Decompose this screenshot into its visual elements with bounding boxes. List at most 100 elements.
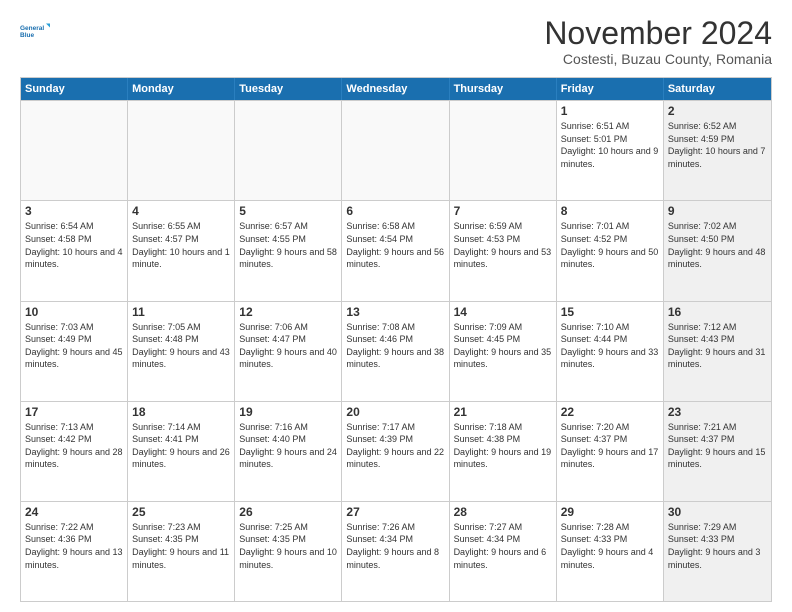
day-info: Sunrise: 6:58 AM Sunset: 4:54 PM Dayligh… xyxy=(346,220,444,270)
day-info: Sunrise: 6:54 AM Sunset: 4:58 PM Dayligh… xyxy=(25,220,123,270)
day-number: 9 xyxy=(668,204,767,218)
header-day-thursday: Thursday xyxy=(450,78,557,100)
day-number: 5 xyxy=(239,204,337,218)
day-info: Sunrise: 6:51 AM Sunset: 5:01 PM Dayligh… xyxy=(561,120,659,170)
day-info: Sunrise: 7:05 AM Sunset: 4:48 PM Dayligh… xyxy=(132,321,230,371)
day-cell-28: 28Sunrise: 7:27 AM Sunset: 4:34 PM Dayli… xyxy=(450,502,557,601)
empty-cell xyxy=(342,101,449,200)
empty-cell xyxy=(450,101,557,200)
header-day-friday: Friday xyxy=(557,78,664,100)
day-cell-10: 10 Sunrise: 7:03 AM Sunset: 4:49 PM Dayli… xyxy=(21,302,128,401)
day-info: Sunrise: 7:09 AM Sunset: 4:45 PM Dayligh… xyxy=(454,321,552,371)
month-title: November 2024 xyxy=(544,16,772,51)
day-cell-27: 27 Sunrise: 7:26 AM Sunset: 4:34 PM Dayli… xyxy=(342,502,449,601)
day-info: Sunrise: 7:14 AM Sunset: 4:41 PM Dayligh… xyxy=(132,421,230,471)
page-header: General Blue November 2024 Costesti, Buz… xyxy=(20,16,772,67)
day-number: 10 xyxy=(25,305,123,319)
day-cell-25: 25Sunrise: 7:23 AM Sunset: 4:35 PM Dayli… xyxy=(128,502,235,601)
day-info: Sunrise: 7:27 AM Sunset: 4:34 PM Dayligh… xyxy=(454,521,552,571)
header-day-sunday: Sunday xyxy=(21,78,128,100)
day-cell-18: 18 Sunrise: 7:14 AM Sunset: 4:41 PM Dayli… xyxy=(128,402,235,501)
day-number: 16 xyxy=(668,305,767,319)
day-number: 27 xyxy=(346,505,444,519)
day-cell-14: 14 Sunrise: 7:09 AM Sunset: 4:45 PM Dayli… xyxy=(450,302,557,401)
day-cell-9: 9 Sunrise: 7:02 AM Sunset: 4:50 PM Daylig… xyxy=(664,201,771,300)
day-cell-29: 29 Sunrise: 7:28 AM Sunset: 4:33 PM Dayli… xyxy=(557,502,664,601)
day-info: Sunrise: 7:18 AM Sunset: 4:38 PM Dayligh… xyxy=(454,421,552,471)
day-number: 6 xyxy=(346,204,444,218)
svg-text:General: General xyxy=(20,25,44,32)
day-number: 19 xyxy=(239,405,337,419)
day-cell-22: 22Sunrise: 7:20 AM Sunset: 4:37 PM Dayli… xyxy=(557,402,664,501)
day-number: 21 xyxy=(454,405,552,419)
day-cell-20: 20Sunrise: 7:17 AM Sunset: 4:39 PM Dayli… xyxy=(342,402,449,501)
day-number: 4 xyxy=(132,204,230,218)
day-info: Sunrise: 7:25 AM Sunset: 4:35 PM Dayligh… xyxy=(239,521,337,571)
day-info: Sunrise: 7:22 AM Sunset: 4:36 PM Dayligh… xyxy=(25,521,123,571)
day-number: 29 xyxy=(561,505,659,519)
day-number: 23 xyxy=(668,405,767,419)
day-info: Sunrise: 7:29 AM Sunset: 4:33 PM Dayligh… xyxy=(668,521,767,571)
day-info: Sunrise: 7:23 AM Sunset: 4:35 PM Dayligh… xyxy=(132,521,230,571)
day-number: 13 xyxy=(346,305,444,319)
header-day-saturday: Saturday xyxy=(664,78,771,100)
day-info: Sunrise: 7:13 AM Sunset: 4:42 PM Dayligh… xyxy=(25,421,123,471)
day-info: Sunrise: 7:10 AM Sunset: 4:44 PM Dayligh… xyxy=(561,321,659,371)
day-info: Sunrise: 7:02 AM Sunset: 4:50 PM Dayligh… xyxy=(668,220,767,270)
day-number: 11 xyxy=(132,305,230,319)
day-info: Sunrise: 7:26 AM Sunset: 4:34 PM Dayligh… xyxy=(346,521,444,571)
calendar: SundayMondayTuesdayWednesdayThursdayFrid… xyxy=(20,77,772,602)
day-cell-13: 13 Sunrise: 7:08 AM Sunset: 4:46 PM Dayli… xyxy=(342,302,449,401)
day-number: 15 xyxy=(561,305,659,319)
day-info: Sunrise: 7:16 AM Sunset: 4:40 PM Dayligh… xyxy=(239,421,337,471)
day-number: 1 xyxy=(561,104,659,118)
day-info: Sunrise: 7:01 AM Sunset: 4:52 PM Dayligh… xyxy=(561,220,659,270)
day-cell-7: 7 Sunrise: 6:59 AM Sunset: 4:53 PM Daylig… xyxy=(450,201,557,300)
day-cell-15: 15 Sunrise: 7:10 AM Sunset: 4:44 PM Dayli… xyxy=(557,302,664,401)
logo: General Blue xyxy=(20,16,50,46)
day-cell-30: 30Sunrise: 7:29 AM Sunset: 4:33 PM Dayli… xyxy=(664,502,771,601)
calendar-body: 1 Sunrise: 6:51 AM Sunset: 5:01 PM Daylig… xyxy=(21,100,771,601)
logo-icon: General Blue xyxy=(20,16,50,46)
day-number: 2 xyxy=(668,104,767,118)
day-number: 14 xyxy=(454,305,552,319)
day-info: Sunrise: 7:28 AM Sunset: 4:33 PM Dayligh… xyxy=(561,521,659,571)
calendar-row-3: 10 Sunrise: 7:03 AM Sunset: 4:49 PM Dayli… xyxy=(21,301,771,401)
empty-cell xyxy=(128,101,235,200)
day-cell-24: 24Sunrise: 7:22 AM Sunset: 4:36 PM Dayli… xyxy=(21,502,128,601)
header-day-monday: Monday xyxy=(128,78,235,100)
calendar-row-1: 1 Sunrise: 6:51 AM Sunset: 5:01 PM Daylig… xyxy=(21,100,771,200)
day-cell-16: 16 Sunrise: 7:12 AM Sunset: 4:43 PM Dayli… xyxy=(664,302,771,401)
day-cell-5: 5Sunrise: 6:57 AM Sunset: 4:55 PM Daylig… xyxy=(235,201,342,300)
day-number: 17 xyxy=(25,405,123,419)
day-cell-2: 2 Sunrise: 6:52 AM Sunset: 4:59 PM Daylig… xyxy=(664,101,771,200)
day-cell-26: 26 Sunrise: 7:25 AM Sunset: 4:35 PM Dayli… xyxy=(235,502,342,601)
day-info: Sunrise: 6:59 AM Sunset: 4:53 PM Dayligh… xyxy=(454,220,552,270)
calendar-row-2: 3 Sunrise: 6:54 AM Sunset: 4:58 PM Daylig… xyxy=(21,200,771,300)
day-cell-6: 6 Sunrise: 6:58 AM Sunset: 4:54 PM Daylig… xyxy=(342,201,449,300)
day-cell-21: 21 Sunrise: 7:18 AM Sunset: 4:38 PM Dayli… xyxy=(450,402,557,501)
day-number: 26 xyxy=(239,505,337,519)
calendar-row-4: 17 Sunrise: 7:13 AM Sunset: 4:42 PM Dayli… xyxy=(21,401,771,501)
day-info: Sunrise: 7:12 AM Sunset: 4:43 PM Dayligh… xyxy=(668,321,767,371)
location-subtitle: Costesti, Buzau County, Romania xyxy=(544,51,772,67)
day-number: 22 xyxy=(561,405,659,419)
day-cell-3: 3 Sunrise: 6:54 AM Sunset: 4:58 PM Daylig… xyxy=(21,201,128,300)
calendar-header: SundayMondayTuesdayWednesdayThursdayFrid… xyxy=(21,78,771,100)
day-cell-8: 8Sunrise: 7:01 AM Sunset: 4:52 PM Daylig… xyxy=(557,201,664,300)
day-info: Sunrise: 7:21 AM Sunset: 4:37 PM Dayligh… xyxy=(668,421,767,471)
title-area: November 2024 Costesti, Buzau County, Ro… xyxy=(544,16,772,67)
day-info: Sunrise: 7:08 AM Sunset: 4:46 PM Dayligh… xyxy=(346,321,444,371)
day-info: Sunrise: 7:06 AM Sunset: 4:47 PM Dayligh… xyxy=(239,321,337,371)
day-cell-23: 23 Sunrise: 7:21 AM Sunset: 4:37 PM Dayli… xyxy=(664,402,771,501)
day-info: Sunrise: 6:52 AM Sunset: 4:59 PM Dayligh… xyxy=(668,120,767,170)
day-number: 3 xyxy=(25,204,123,218)
day-info: Sunrise: 7:03 AM Sunset: 4:49 PM Dayligh… xyxy=(25,321,123,371)
header-day-tuesday: Tuesday xyxy=(235,78,342,100)
day-number: 7 xyxy=(454,204,552,218)
empty-cell xyxy=(235,101,342,200)
day-number: 18 xyxy=(132,405,230,419)
day-number: 20 xyxy=(346,405,444,419)
day-cell-4: 4Sunrise: 6:55 AM Sunset: 4:57 PM Daylig… xyxy=(128,201,235,300)
day-cell-12: 12Sunrise: 7:06 AM Sunset: 4:47 PM Dayli… xyxy=(235,302,342,401)
